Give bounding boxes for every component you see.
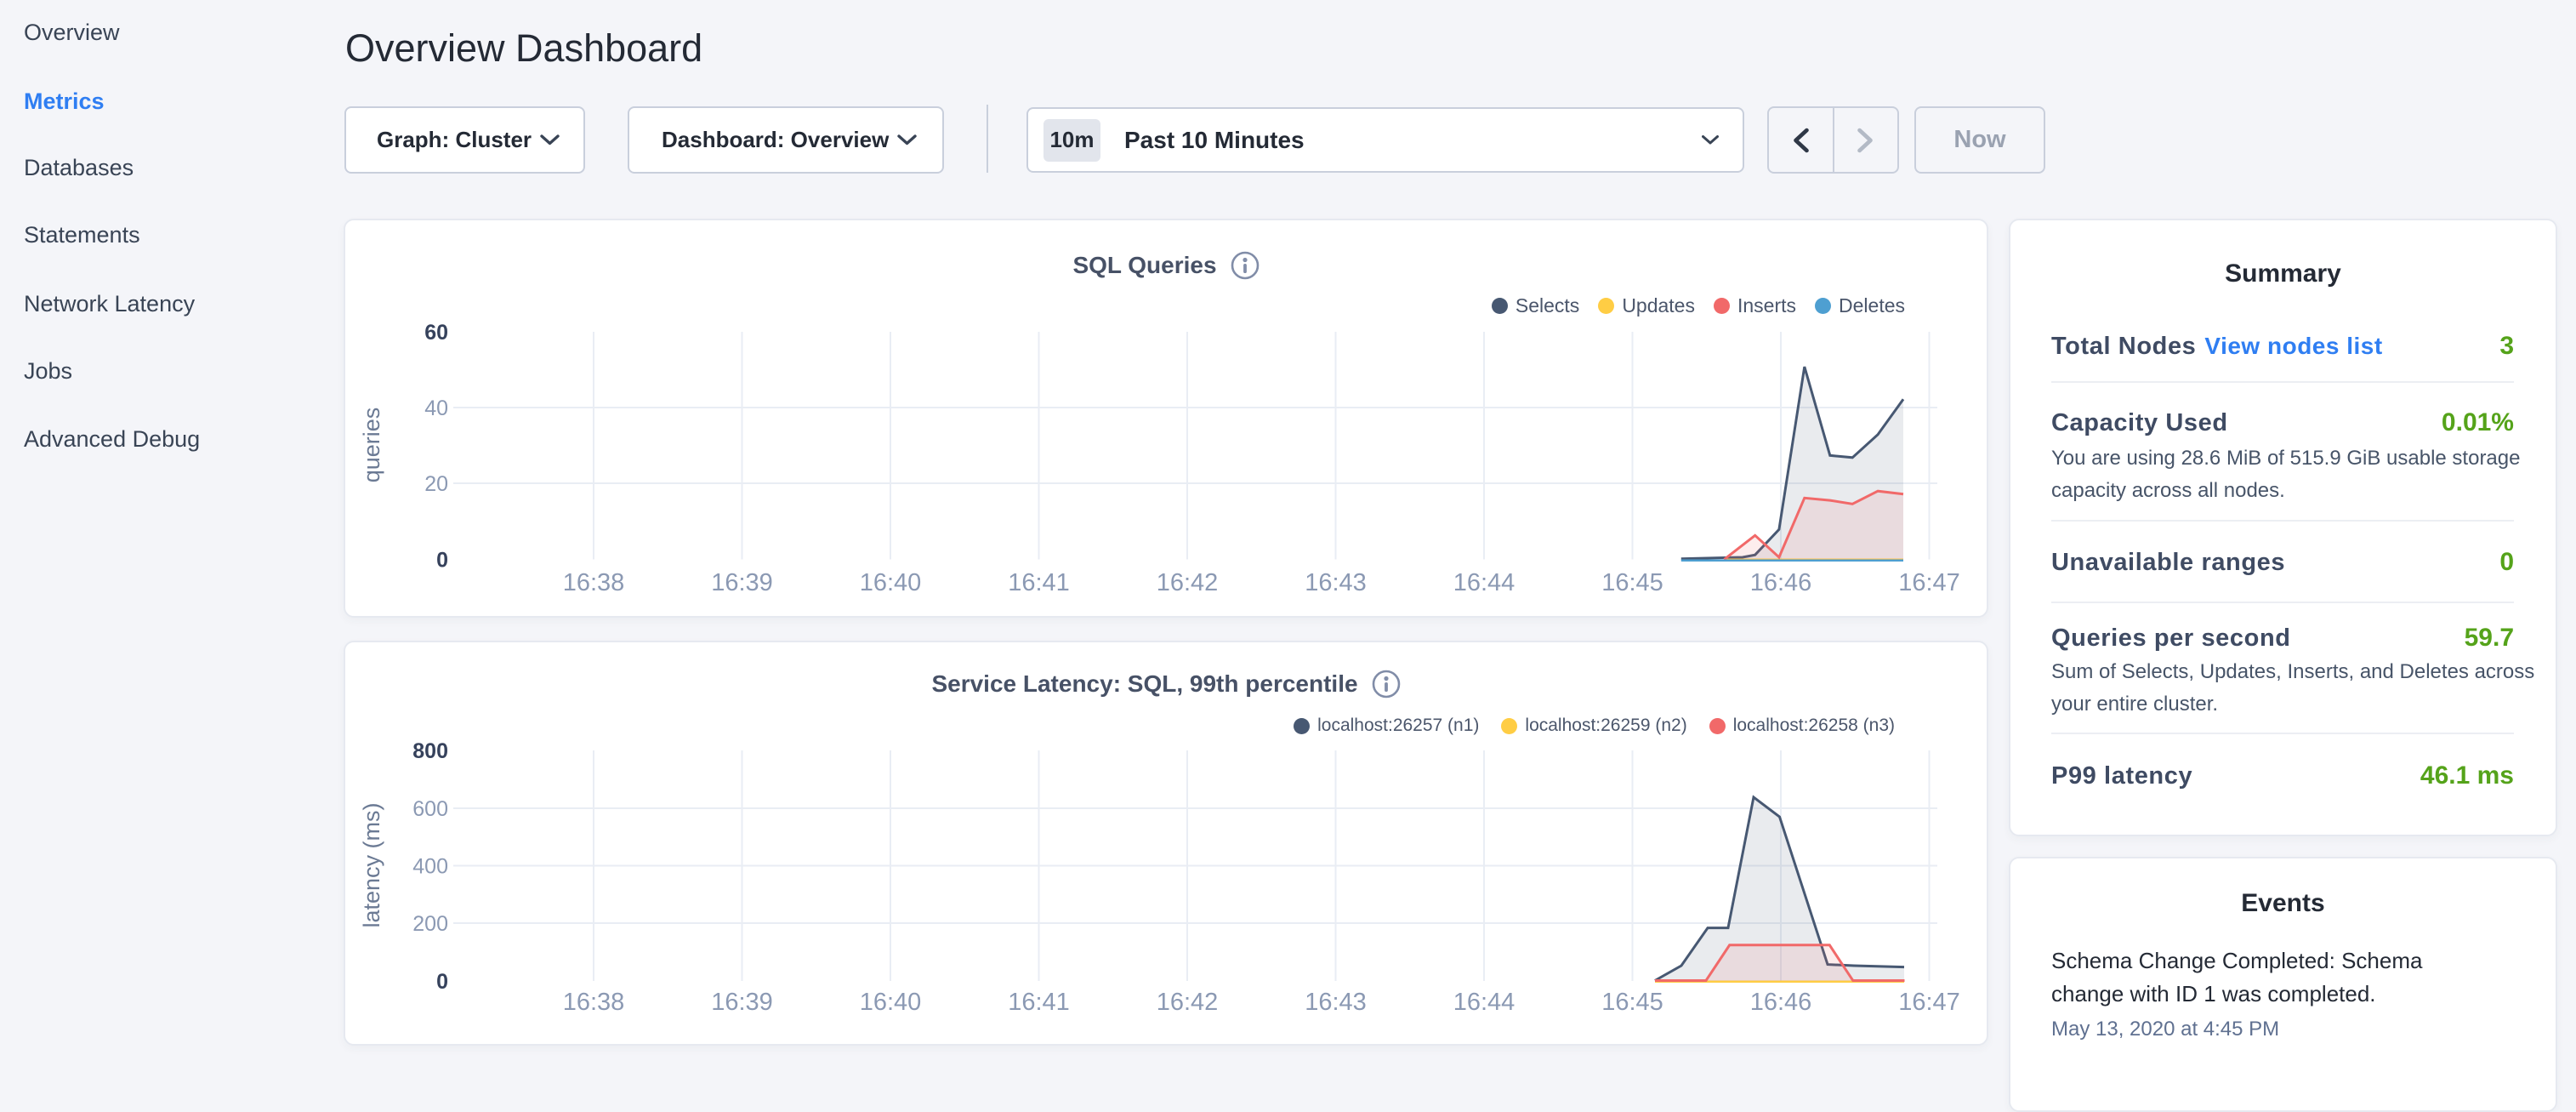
svg-text:16:47: 16:47 [1898,569,1960,596]
svg-text:60: 60 [424,321,448,345]
svg-text:16:40: 16:40 [860,989,922,1016]
svg-text:0: 0 [436,970,448,994]
svg-text:16:46: 16:46 [1750,989,1812,1016]
svg-text:16:43: 16:43 [1305,989,1367,1016]
svg-text:16:44: 16:44 [1453,989,1515,1016]
svg-text:queries: queries [359,408,384,483]
svg-text:16:41: 16:41 [1008,989,1070,1016]
svg-text:16:41: 16:41 [1008,569,1070,596]
svg-text:800: 800 [412,739,448,763]
svg-text:16:38: 16:38 [563,989,625,1016]
svg-text:20: 20 [424,472,448,496]
svg-text:16:39: 16:39 [711,569,773,596]
svg-text:16:42: 16:42 [1157,989,1219,1016]
svg-text:16:45: 16:45 [1601,989,1663,1016]
svg-text:16:42: 16:42 [1157,569,1219,596]
svg-text:16:43: 16:43 [1305,569,1367,596]
svg-text:latency (ms): latency (ms) [359,802,384,927]
svg-text:40: 40 [424,396,448,420]
svg-text:16:47: 16:47 [1898,989,1960,1016]
svg-text:400: 400 [412,855,448,879]
svg-text:0: 0 [436,549,448,573]
svg-text:200: 200 [412,912,448,936]
svg-text:16:46: 16:46 [1750,569,1812,596]
svg-text:16:38: 16:38 [563,569,625,596]
svg-text:16:44: 16:44 [1453,569,1515,596]
svg-text:16:39: 16:39 [711,989,773,1016]
svg-text:600: 600 [412,797,448,821]
svg-text:16:45: 16:45 [1601,569,1663,596]
svg-text:16:40: 16:40 [860,569,922,596]
